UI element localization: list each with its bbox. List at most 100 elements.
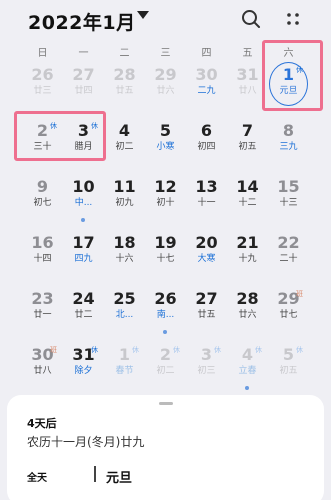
week-row: 30 廿八班 31 除夕休 1 春节休 2 初二休 3 初三休 4 立春休 5 初五休 bbox=[22, 342, 322, 390]
day-cell[interactable]: 11 初九 bbox=[104, 174, 145, 222]
day-cell[interactable]: 17 四九 bbox=[63, 230, 104, 278]
day-cell[interactable]: 10 中... bbox=[63, 174, 104, 222]
day-cell[interactable]: 8 三九 bbox=[268, 118, 309, 166]
day-cell[interactable]: 15 十三 bbox=[268, 174, 309, 222]
day-number: 21 bbox=[236, 233, 259, 252]
day-cell[interactable]: 1 春节休 bbox=[104, 342, 145, 390]
event-dot bbox=[163, 330, 167, 334]
lunar-label: 小寒 bbox=[156, 142, 175, 152]
day-cell[interactable]: 28 廿六 bbox=[227, 286, 268, 334]
lunar-label: 初五 bbox=[238, 142, 257, 152]
holiday-badge: 休 bbox=[214, 346, 221, 354]
day-cell[interactable]: 24 廿二 bbox=[63, 286, 104, 334]
weekday-label: 日 bbox=[37, 48, 48, 59]
lunar-label: 初七 bbox=[33, 198, 52, 208]
lunar-label: 廿七 bbox=[279, 310, 298, 320]
event-title[interactable]: 元旦 bbox=[106, 467, 132, 486]
day-number: 25 bbox=[113, 289, 136, 308]
days-after-label: 4天后 bbox=[27, 417, 57, 430]
day-number: 18 bbox=[113, 233, 136, 252]
day-cell[interactable]: 21 十九 bbox=[227, 230, 268, 278]
day-cell[interactable]: 16 十四 bbox=[22, 230, 63, 278]
lunar-label: 十二 bbox=[238, 198, 257, 208]
lunar-label: 廿一 bbox=[33, 310, 52, 320]
lunar-label: 初二 bbox=[115, 142, 134, 152]
day-cell[interactable]: 6 初四 bbox=[186, 118, 227, 166]
day-number: 17 bbox=[72, 233, 95, 252]
day-cell[interactable]: 22 二十 bbox=[268, 230, 309, 278]
lunar-label: 十七 bbox=[156, 254, 175, 264]
weekday-label: 四 bbox=[201, 48, 212, 59]
lunar-label: 二十 bbox=[279, 254, 298, 264]
day-number: 12 bbox=[154, 177, 177, 196]
day-cell[interactable]: 23 廿一 bbox=[22, 286, 63, 334]
more-icon[interactable] bbox=[282, 8, 304, 30]
weekday-label: 二 bbox=[119, 48, 130, 59]
lunar-label: 北... bbox=[115, 310, 134, 320]
day-cell[interactable]: 28 廿五 bbox=[104, 62, 145, 110]
day-number: 16 bbox=[31, 233, 54, 252]
day-number: 8 bbox=[282, 121, 295, 140]
day-cell[interactable]: 20 大寒 bbox=[186, 230, 227, 278]
lunar-label: 十一 bbox=[197, 198, 216, 208]
lunar-label: 廿二 bbox=[74, 310, 93, 320]
day-number: 19 bbox=[154, 233, 177, 252]
day-detail-sheet[interactable]: 4天后 农历十一月(冬月)廿九 全天 元旦 bbox=[7, 395, 324, 500]
search-icon[interactable] bbox=[240, 8, 262, 30]
day-cell[interactable]: 13 十一 bbox=[186, 174, 227, 222]
lunar-label: 十六 bbox=[115, 254, 134, 264]
day-cell[interactable]: 4 初二 bbox=[104, 118, 145, 166]
day-cell[interactable]: 5 小寒 bbox=[145, 118, 186, 166]
day-cell[interactable]: 27 廿四 bbox=[63, 62, 104, 110]
lunar-label: 廿六 bbox=[156, 86, 175, 96]
lunar-label: 廿四 bbox=[74, 86, 93, 96]
lunar-label: 二九 bbox=[197, 86, 216, 96]
day-number: 14 bbox=[236, 177, 259, 196]
day-cell[interactable]: 14 十二 bbox=[227, 174, 268, 222]
lunar-date-label: 农历十一月(冬月)廿九 bbox=[27, 435, 145, 449]
day-cell[interactable]: 7 初五 bbox=[227, 118, 268, 166]
lunar-label: 十三 bbox=[279, 198, 298, 208]
holiday-badge: 休 bbox=[132, 346, 139, 354]
lunar-label: 南... bbox=[156, 310, 175, 320]
chevron-down-icon[interactable] bbox=[137, 11, 149, 19]
highlight-box-jan-1 bbox=[262, 40, 323, 111]
day-cell[interactable]: 26 南... bbox=[145, 286, 186, 334]
day-cell[interactable]: 3 初三休 bbox=[186, 342, 227, 390]
day-cell[interactable]: 29 廿七班 bbox=[268, 286, 309, 334]
day-number: 26 bbox=[31, 65, 54, 84]
lunar-label: 四九 bbox=[74, 254, 93, 264]
lunar-label: 初四 bbox=[197, 142, 216, 152]
event-dot bbox=[245, 386, 249, 390]
sheet-handle[interactable] bbox=[159, 402, 173, 405]
header: 2022年1月 bbox=[0, 0, 331, 40]
day-cell[interactable]: 2 初二休 bbox=[145, 342, 186, 390]
day-number: 24 bbox=[72, 289, 95, 308]
day-cell[interactable]: 29 廿六 bbox=[145, 62, 186, 110]
day-cell[interactable]: 26 廿三 bbox=[22, 62, 63, 110]
day-cell[interactable]: 18 十六 bbox=[104, 230, 145, 278]
day-cell[interactable]: 30 廿八班 bbox=[22, 342, 63, 390]
day-cell[interactable]: 19 十七 bbox=[145, 230, 186, 278]
holiday-badge: 休 bbox=[255, 346, 262, 354]
month-title[interactable]: 2022年1月 bbox=[28, 8, 136, 35]
lunar-label: 立春 bbox=[238, 366, 257, 376]
day-cell[interactable]: 9 初七 bbox=[22, 174, 63, 222]
lunar-label: 初五 bbox=[279, 366, 298, 376]
lunar-label: 十四 bbox=[33, 254, 52, 264]
weekday-label: 三 bbox=[160, 48, 171, 59]
day-number: 11 bbox=[113, 177, 136, 196]
day-cell[interactable]: 27 廿五 bbox=[186, 286, 227, 334]
day-cell[interactable]: 4 立春休 bbox=[227, 342, 268, 390]
day-cell[interactable]: 12 初十 bbox=[145, 174, 186, 222]
day-number: 27 bbox=[72, 65, 95, 84]
day-number: 5 bbox=[159, 121, 172, 140]
lunar-label: 十九 bbox=[238, 254, 257, 264]
day-number: 6 bbox=[200, 121, 213, 140]
day-cell[interactable]: 30 二九 bbox=[186, 62, 227, 110]
day-cell[interactable]: 25 北... bbox=[104, 286, 145, 334]
lunar-label: 中... bbox=[74, 198, 93, 208]
day-number: 22 bbox=[277, 233, 300, 252]
day-cell[interactable]: 5 初五休 bbox=[268, 342, 309, 390]
day-cell[interactable]: 31 除夕休 bbox=[63, 342, 104, 390]
